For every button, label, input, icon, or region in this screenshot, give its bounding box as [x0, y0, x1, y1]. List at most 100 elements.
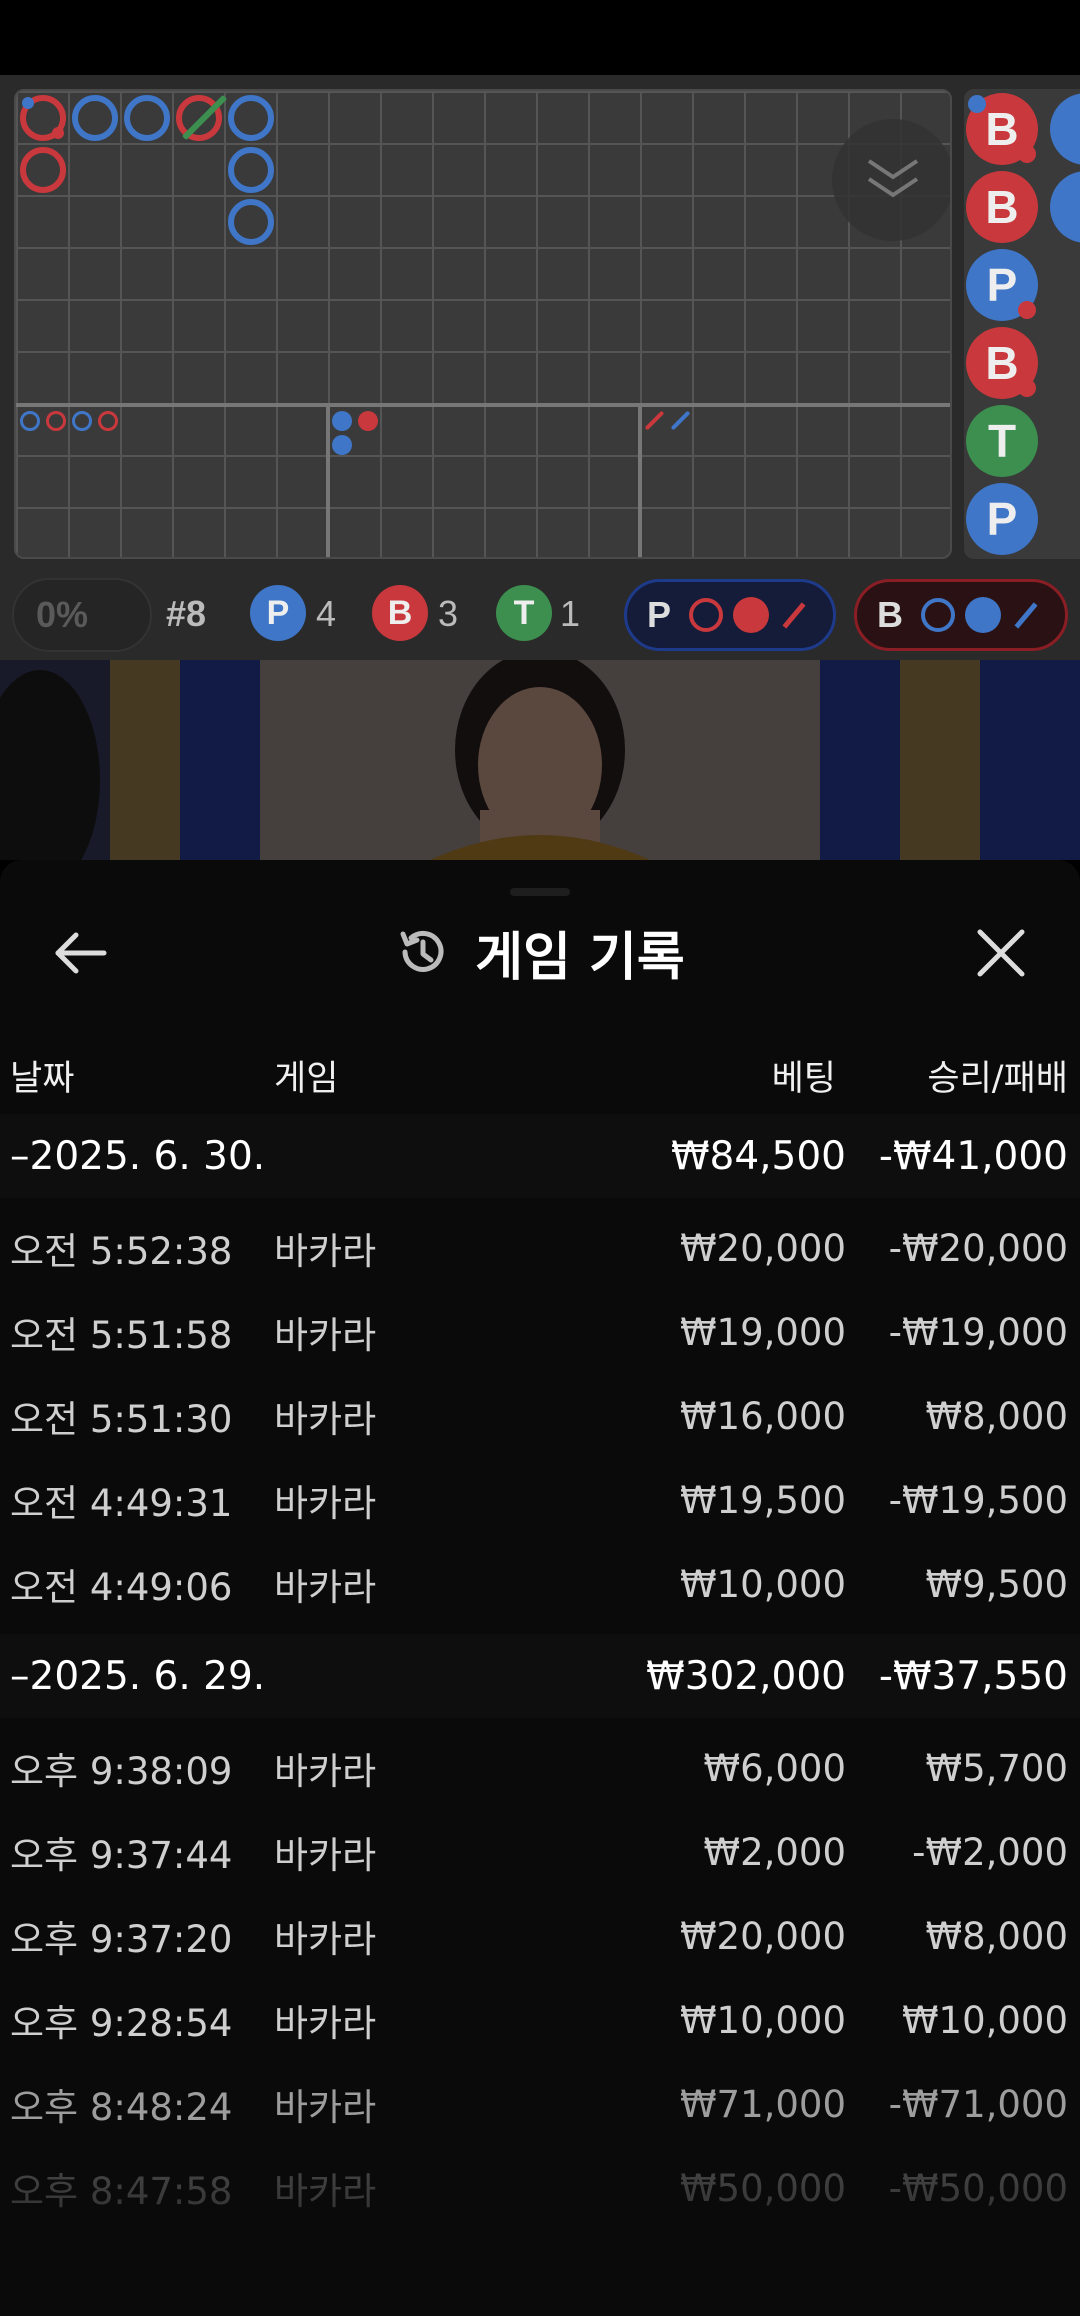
banker-predict-button[interactable]: B: [854, 579, 1068, 651]
row-bet: ₩6,000: [703, 1746, 846, 1790]
group-bet-total: ₩84,500: [670, 1133, 846, 1179]
row-result: ₩9,500: [925, 1562, 1068, 1606]
player-ring: [228, 147, 274, 193]
row-game: 바카라: [274, 1482, 377, 1525]
date-group-row[interactable]: –2025. 6. 29. ₩302,000 -₩37,550: [0, 1634, 1080, 1718]
row-time: 오전 5:52:38: [10, 1230, 233, 1273]
player-pair-dot: [22, 97, 34, 109]
player-ring: [124, 95, 170, 141]
player-count-badge: P: [250, 585, 306, 641]
row-time: 오전 5:51:58: [10, 1314, 233, 1357]
row-game: 바카라: [274, 2002, 377, 2045]
bead-ball: B: [966, 171, 1038, 243]
table-row[interactable]: 오전 4:49:31 바카라 ₩19,500 -₩19,500: [0, 1458, 1080, 1542]
road-divider: [326, 407, 330, 557]
row-game: 바카라: [274, 2086, 377, 2129]
small-road-ring: [72, 411, 92, 431]
slash-icon: [1014, 601, 1038, 629]
row-bet: ₩10,000: [679, 1998, 846, 2042]
banker-ring: [20, 147, 66, 193]
scroll-fade: [0, 2176, 1080, 2316]
bead-ball: P: [966, 483, 1038, 555]
group-result-total: -₩41,000: [878, 1133, 1068, 1179]
table-row[interactable]: 오전 5:51:30 바카라 ₩16,000 ₩8,000: [0, 1374, 1080, 1458]
column-header-bet: 베팅: [771, 1059, 836, 1099]
chevron-double-down-icon: [867, 159, 919, 198]
win-percent: 0%: [12, 578, 152, 652]
row-result: ₩10,000: [901, 1998, 1068, 2042]
table-row[interactable]: 오후 9:37:44 바카라 ₩2,000 -₩2,000: [0, 1810, 1080, 1894]
row-game: 바카라: [274, 1230, 377, 1273]
row-game: 바카라: [274, 1834, 377, 1877]
row-bet: ₩16,000: [679, 1394, 846, 1438]
dot-icon: [733, 597, 770, 633]
bead-ball: B: [966, 327, 1038, 399]
row-time: 오후 9:37:44: [10, 1834, 233, 1877]
row-time: 오전 4:49:06: [10, 1566, 233, 1609]
group-date: –2025. 6. 29.: [10, 1653, 266, 1699]
bead-ball-partial: [1050, 171, 1080, 243]
row-result: -₩71,000: [888, 2082, 1068, 2126]
row-bet: ₩20,000: [679, 1226, 846, 1270]
row-time: 오후 9:28:54: [10, 2002, 233, 2045]
slash-icon: [782, 601, 806, 629]
row-result: -₩19,500: [888, 1478, 1068, 1522]
row-time: 오전 4:49:31: [10, 1482, 233, 1525]
player-ring: [228, 199, 274, 245]
row-result: ₩8,000: [925, 1394, 1068, 1438]
row-bet: ₩19,500: [679, 1478, 846, 1522]
table-row[interactable]: 오전 5:52:38 바카라 ₩20,000 -₩20,000: [0, 1206, 1080, 1290]
status-bar: [0, 0, 1080, 75]
page-title: 게임 기록: [475, 927, 685, 988]
row-bet: ₩19,000: [679, 1310, 846, 1354]
player-ring: [72, 95, 118, 141]
bead-ball: T: [966, 405, 1038, 477]
big-road-grid: [14, 89, 952, 559]
row-result: ₩8,000: [925, 1914, 1068, 1958]
group-bet-total: ₩302,000: [646, 1653, 846, 1699]
history-icon: [400, 930, 444, 972]
sheet-title: 게임 기록: [0, 912, 1080, 992]
table-row[interactable]: 오후 9:28:54 바카라 ₩10,000 ₩10,000: [0, 1978, 1080, 2062]
row-result: -₩19,000: [888, 1310, 1068, 1354]
ring-icon: [689, 598, 724, 632]
small-road-ring: [98, 411, 118, 431]
roadmap-panel: B B P B T P 0% #8 P 4 B 3 T 1 P B: [0, 75, 1080, 660]
ring-icon: [921, 598, 955, 632]
table-row[interactable]: 오전 4:49:06 바카라 ₩10,000 ₩9,500: [0, 1542, 1080, 1626]
player-predict-button[interactable]: P: [624, 579, 836, 651]
bead-road-column: B B P B T P: [964, 89, 1080, 559]
table-row[interactable]: 오전 5:51:58 바카라 ₩19,000 -₩19,000: [0, 1290, 1080, 1374]
table-row[interactable]: 오후 8:48:24 바카라 ₩71,000 -₩71,000: [0, 2062, 1080, 2146]
small-road-ring: [20, 411, 40, 431]
row-result: ₩5,700: [925, 1746, 1068, 1790]
road-stats-row: 0% #8 P 4 B 3 T 1 P B: [0, 567, 1080, 660]
row-game: 바카라: [274, 1750, 377, 1793]
close-button[interactable]: [970, 922, 1032, 984]
row-time: 오후 8:48:24: [10, 2086, 233, 2129]
row-bet: ₩10,000: [679, 1562, 846, 1606]
group-result-total: -₩37,550: [878, 1653, 1068, 1699]
road-divider: [638, 407, 642, 557]
row-bet: ₩71,000: [679, 2082, 846, 2126]
row-time: 오전 5:51:30: [10, 1398, 233, 1441]
row-game: 바카라: [274, 1314, 377, 1357]
date-group-row[interactable]: –2025. 6. 30. ₩84,500 -₩41,000: [0, 1114, 1080, 1198]
column-header-date: 날짜: [10, 1059, 75, 1099]
cockroach-slash: [670, 410, 691, 431]
row-result: -₩20,000: [888, 1226, 1068, 1270]
bead-ball: P: [966, 249, 1038, 321]
collapse-roadmap-button[interactable]: [832, 119, 950, 241]
table-row[interactable]: 오후 9:38:09 바카라 ₩6,000 ₩5,700: [0, 1726, 1080, 1810]
table-row[interactable]: 오후 9:37:20 바카라 ₩20,000 ₩8,000: [0, 1894, 1080, 1978]
banker-pair-dot: [52, 127, 64, 139]
dot-icon: [965, 597, 1001, 633]
row-game: 바카라: [274, 1918, 377, 1961]
small-road-dot: [358, 411, 378, 431]
row-time: 오후 9:37:20: [10, 1918, 233, 1961]
drag-handle[interactable]: [510, 888, 570, 896]
small-road-dot: [332, 435, 352, 455]
row-time: 오후 9:38:09: [10, 1750, 233, 1793]
player-count: 4: [316, 593, 337, 634]
live-dealer-video: [0, 660, 1080, 860]
